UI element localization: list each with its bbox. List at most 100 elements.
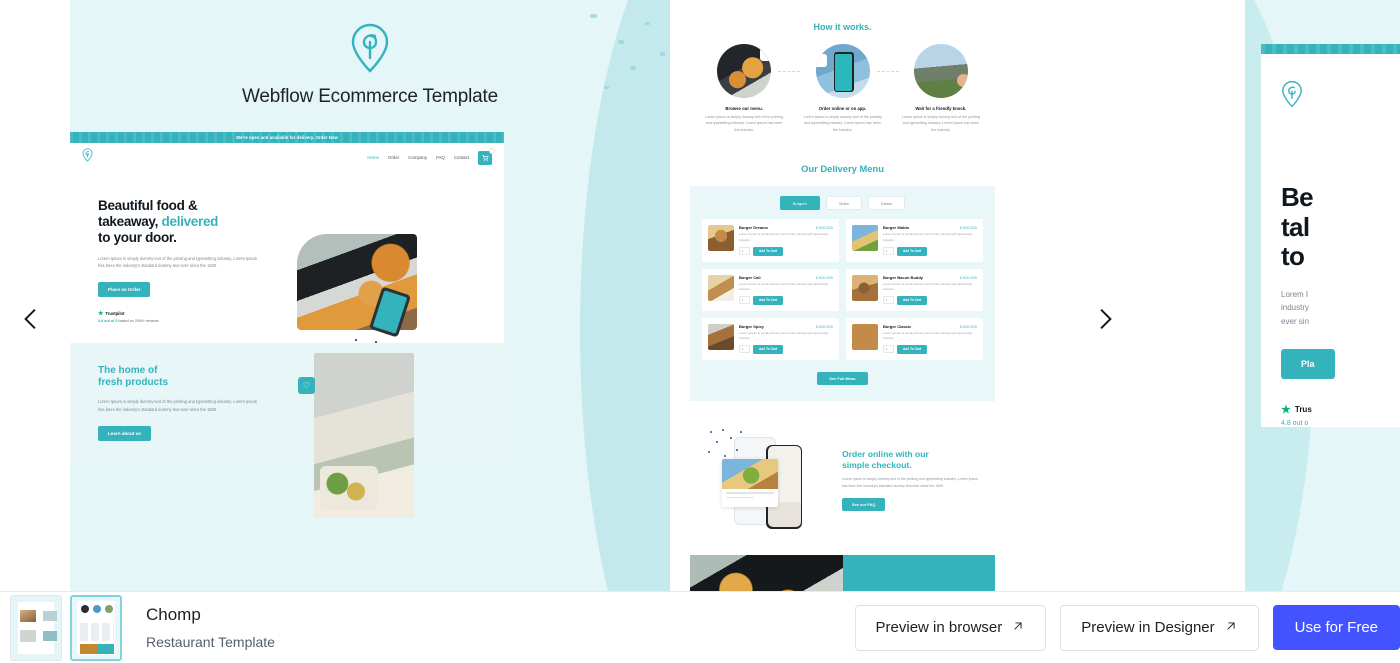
menu-item-desc: Lorem Ipsum is simply dummy text of the …	[739, 330, 829, 340]
nav-item-contact[interactable]: Contact	[454, 155, 469, 160]
fresh-heading: The home of fresh products	[98, 365, 288, 389]
menu-item-card[interactable]: Burger Dreams $ 8.00 USD Lorem Ipsum is …	[702, 219, 839, 262]
tab-sides[interactable]: Sides	[825, 196, 862, 211]
menu-item-desc: Lorem Ipsum is simply dummy text of the …	[883, 281, 973, 291]
arrow-up-right-icon	[1011, 619, 1025, 637]
hero-paragraph: Lorem I industry ever sin	[1281, 288, 1400, 329]
place-an-order-button[interactable]: Place an Order	[98, 282, 151, 298]
trustpilot-rating: 4.8 out of 5 based on 2000+ reviews	[98, 319, 289, 323]
trustpilot-reviews: based on 2000+ reviews	[118, 319, 159, 324]
preview-in-browser-button[interactable]: Preview in browser	[854, 604, 1047, 651]
tab-drinks[interactable]: Drinks	[867, 196, 906, 211]
preview-site-middle[interactable]: How it works. Browse our menu. Lorem Ips…	[690, 0, 995, 630]
menu-item-desc: Lorem Ipsum is simply dummy text of the …	[883, 232, 973, 242]
menu-item-name: Burger Classic	[883, 323, 912, 329]
delivery-menu-title: Our Delivery Menu	[801, 163, 884, 175]
learn-about-us-button[interactable]: Learn about us	[98, 425, 151, 441]
preview-in-designer-button[interactable]: Preview in Designer	[1060, 604, 1259, 651]
template-info-bar: Chomp Restaurant Template Preview in bro…	[0, 591, 1400, 663]
site-nav-links: Home Order Company FAQ Contact	[367, 147, 495, 165]
trustpilot-label: Trustpilot	[105, 311, 125, 317]
template-preview-panel-middle[interactable]: How it works. Browse our menu. Lorem Ips…	[690, 0, 995, 663]
thumbnail-page-2[interactable]	[70, 594, 122, 661]
menu-item-price: $ 8.00 USD	[815, 324, 833, 329]
quantity-input[interactable]: 1	[739, 296, 750, 305]
quantity-input[interactable]: 1	[883, 247, 894, 256]
next-template-button[interactable]	[1086, 300, 1124, 338]
previous-template-button[interactable]	[12, 300, 50, 338]
nav-item-faq[interactable]: FAQ	[436, 155, 445, 160]
menu-item-card[interactable]: Burger Bacon Buddy $ 8.00 USD Lorem Ipsu…	[846, 268, 983, 311]
cart-count-badge	[489, 147, 495, 154]
template-header: Webflow Ecommerce Template	[70, 0, 670, 108]
template-gallery-page: Webflow Ecommerce Template We're open an…	[0, 0, 1400, 663]
hero-heading: Be tal to	[1281, 182, 1400, 272]
hero-section: Beautiful food & takeaway, delivered to …	[70, 172, 504, 379]
add-to-cart-button[interactable]: Add To Cart	[897, 344, 928, 354]
menu-item-image	[708, 225, 734, 252]
menu-item-card[interactable]: Burger Waldo $ 8.00 USD Lorem Ipsum is s…	[846, 219, 983, 262]
step-heading: Wait for a friendly knock.	[915, 106, 967, 111]
site-logo-icon[interactable]	[82, 148, 93, 167]
quantity-input[interactable]: 1	[883, 345, 894, 354]
confetti-decoration	[706, 427, 746, 461]
star-icon: ★	[1281, 403, 1291, 416]
fresh-heading-line-1: The home of	[98, 365, 158, 377]
use-for-free-button[interactable]: Use for Free	[1272, 605, 1400, 650]
menu-item-name: Burger Spicy	[739, 323, 764, 329]
action-buttons: Preview in browser Preview in Designer U…	[854, 604, 1400, 651]
preview-site-left[interactable]: We're open and available for delivery. O…	[70, 132, 504, 519]
see-our-faq-button[interactable]: See our FAQ	[842, 498, 886, 511]
nav-item-order[interactable]: Order	[388, 155, 399, 160]
fresh-products-photo	[314, 353, 414, 519]
add-to-cart-button[interactable]: Add To Cart	[753, 295, 784, 305]
menu-item-price: $ 8.00 USD	[959, 226, 977, 231]
template-preview-panel-right[interactable]: Be tal to Lorem I industry ever sin Pla …	[1245, 0, 1400, 663]
hero-paragraph: Lorem Ipsum is simply dummy text of the …	[98, 255, 258, 268]
quantity-input[interactable]: 1	[883, 296, 894, 305]
hero-heading: Beautiful food & takeaway, delivered to …	[98, 198, 289, 246]
hero-heading-accent: delivered	[161, 213, 219, 229]
template-preview-panel-left[interactable]: Webflow Ecommerce Template We're open an…	[70, 0, 670, 663]
menu-item-card[interactable]: Burger Spicy $ 8.00 USD Lorem Ipsum is s…	[702, 317, 839, 360]
trustpilot-rating: 4.8 out o	[1281, 419, 1309, 427]
heart-icon[interactable]: ♡	[298, 377, 315, 395]
trustpilot-label: Trus	[1294, 404, 1312, 414]
hero-heading-line-2: takeaway,	[98, 213, 159, 229]
menu-item-image	[708, 274, 734, 301]
add-to-cart-button[interactable]: Add To Cart	[753, 344, 784, 354]
preview-site-right[interactable]: Be tal to Lorem I industry ever sin Pla …	[1261, 44, 1400, 427]
place-an-order-button[interactable]: Pla	[1281, 348, 1335, 379]
add-to-cart-button[interactable]: Add To Cart	[753, 246, 784, 256]
add-to-cart-button[interactable]: Add To Cart	[897, 295, 928, 305]
shopping-cart-icon[interactable]	[478, 147, 495, 165]
menu-item-name: Burger Waldo	[883, 225, 910, 231]
thumbnail-page-1[interactable]	[10, 594, 62, 661]
how-it-works-steps: Browse our menu. Lorem Ipsum is simply d…	[700, 44, 985, 133]
quantity-input[interactable]: 1	[739, 345, 750, 354]
template-meta: Chomp Restaurant Template	[130, 605, 275, 650]
quantity-input[interactable]: 1	[739, 247, 750, 256]
nav-item-home[interactable]: Home	[367, 155, 379, 160]
hero-paragraph-line-3: ever sin	[1281, 317, 1310, 327]
menu-item-grid: Burger Dreams $ 8.00 USD Lorem Ipsum is …	[702, 219, 983, 360]
add-to-cart-button[interactable]: Add To Cart	[897, 246, 928, 256]
delivery-menu-section: Our Delivery Menu Burgers Sides Drinks B…	[690, 147, 995, 401]
hero-heading-line-2: tal	[1281, 211, 1310, 242]
hero-heading-line-3: to	[1281, 241, 1305, 272]
step-item: Browse our menu. Lorem Ipsum is simply d…	[700, 44, 801, 133]
menu-item-price: $ 8.00 USD	[959, 324, 977, 329]
hero-heading-line-1: Beautiful food &	[98, 198, 198, 213]
fresh-paragraph: Lorem Ipsum is simply dummy text of the …	[98, 399, 258, 412]
tab-burgers[interactable]: Burgers	[779, 196, 820, 211]
nav-item-company[interactable]: Company	[408, 155, 427, 160]
menu-item-image	[852, 225, 878, 252]
trustpilot-block: ★ Trustpilot	[98, 310, 289, 317]
step-text: Lorem Ipsum is simply dummy text of the …	[901, 115, 980, 132]
menu-item-card[interactable]: Burger Cali $ 8.00 USD Lorem Ipsum is si…	[702, 268, 839, 311]
see-full-menu-button[interactable]: See Full Menu	[817, 371, 868, 385]
location-pin-logo-icon	[350, 22, 390, 74]
carousel-stage: Webflow Ecommerce Template We're open an…	[0, 0, 1400, 663]
menu-item-card[interactable]: Burger Classic $ 8.00 USD Lorem Ipsum is…	[846, 317, 983, 360]
menu-item-image	[852, 274, 878, 301]
